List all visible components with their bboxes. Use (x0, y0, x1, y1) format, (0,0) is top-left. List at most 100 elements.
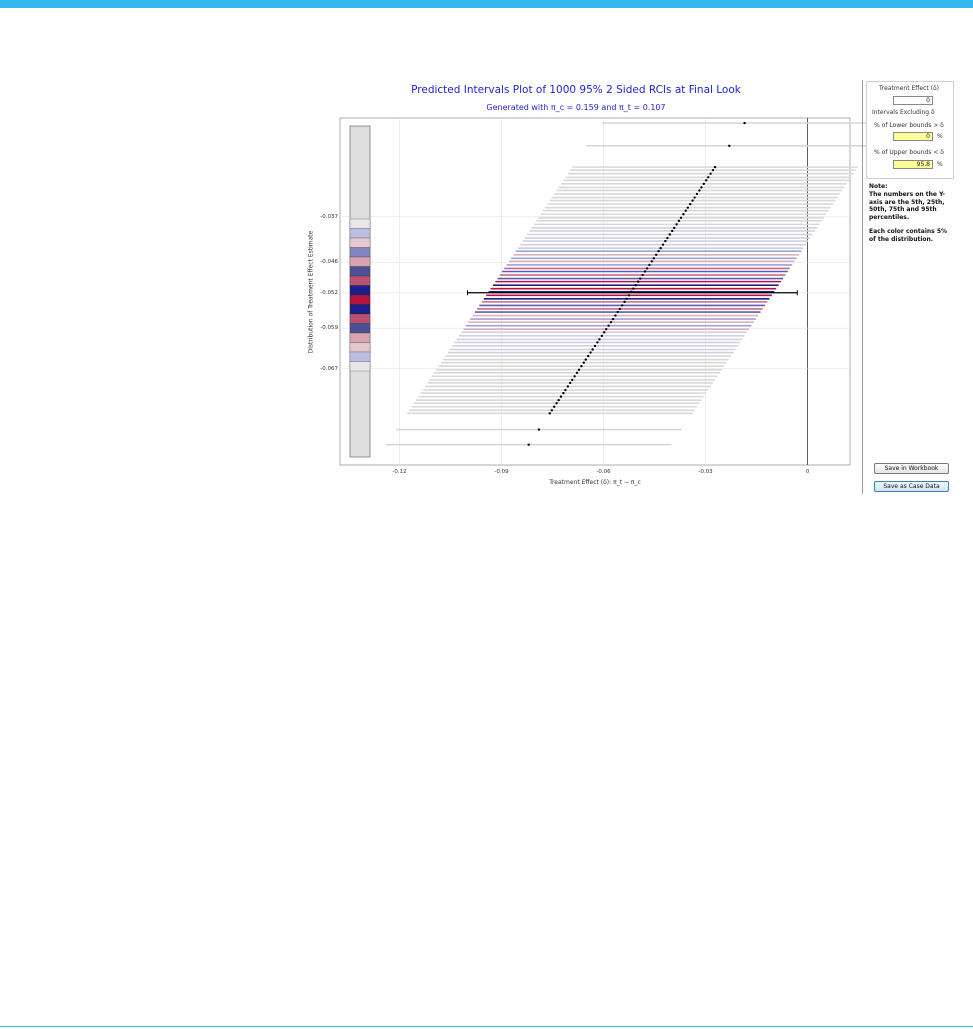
distribution-band (349, 266, 371, 277)
x-tick-label: -0.12 (392, 469, 407, 475)
point-estimate (655, 253, 658, 256)
distribution-band (349, 332, 371, 343)
lower-bounds-label: % of Lower bounds > δ (874, 122, 944, 129)
point-estimate (584, 358, 588, 361)
point-estimate (575, 371, 579, 375)
lower-bounds-percent: % (937, 133, 943, 140)
point-estimate (645, 267, 649, 270)
point-estimate (713, 165, 717, 169)
point-estimate (670, 229, 674, 233)
point-estimate (695, 192, 699, 196)
x-tick-label: 0 (805, 469, 810, 475)
treatment-effect-label: Treatment Effect (δ) (879, 85, 939, 92)
point-estimate (587, 354, 590, 358)
point-estimate (573, 375, 576, 378)
point-estimate (548, 412, 551, 415)
point-estimate (555, 401, 558, 405)
point-estimate (684, 209, 687, 212)
x-tick-label: -0.03 (698, 469, 713, 475)
point-estimate (698, 189, 701, 192)
point-estimate (605, 328, 608, 331)
point-estimate (550, 409, 554, 412)
point-estimate (623, 300, 626, 304)
point-estimate (657, 250, 660, 253)
point-estimate (693, 196, 696, 199)
save-in-workbook-button[interactable]: Save in Workbook (874, 463, 949, 474)
point-estimate (553, 405, 556, 408)
point-estimate (711, 168, 715, 172)
point-estimate (691, 199, 694, 202)
upper-bounds-label: % of Upper bounds < δ (874, 149, 944, 156)
distribution-band (349, 256, 371, 267)
point-estimate (589, 351, 592, 354)
point-estimate (666, 236, 669, 240)
point-estimate (673, 226, 676, 230)
point-estimate (661, 243, 665, 246)
x-tick-label: -0.06 (596, 469, 611, 475)
distribution-band (349, 304, 371, 315)
point-estimate (636, 280, 640, 283)
point-estimate (621, 304, 624, 307)
save-as-case-data-button[interactable]: Save as Case Data (874, 481, 949, 492)
point-estimate (566, 385, 569, 388)
point-estimate (659, 246, 662, 250)
point-estimate (616, 310, 619, 314)
upper-bounds-percent: % (937, 161, 943, 168)
distribution-band (349, 351, 371, 362)
point-estimate (625, 297, 628, 301)
distribution-band (349, 361, 371, 372)
point-estimate (707, 176, 710, 179)
point-estimate (677, 219, 681, 223)
point-estimate (568, 381, 572, 385)
point-estimate (634, 283, 637, 287)
note-percentiles: The numbers on the Y-axis are the 5th, 2… (869, 191, 946, 221)
point-estimate (675, 223, 678, 226)
x-tick-label: -0.09 (494, 469, 509, 475)
point-estimate (648, 263, 651, 267)
point-estimate (602, 331, 606, 334)
point-estimate (702, 182, 705, 186)
y-tick-label: -0.067 (320, 365, 338, 372)
y-tick-label: -0.052 (320, 289, 338, 296)
point-estimate (618, 307, 622, 311)
point-estimate (652, 257, 656, 260)
lower-bounds-value: 0 (893, 132, 933, 141)
distribution-band (349, 228, 371, 239)
upper-bounds-value: 95.8 (893, 160, 933, 169)
point-estimate (668, 233, 671, 236)
point-estimate (709, 172, 712, 175)
point-estimate (571, 378, 574, 382)
point-estimate (682, 213, 685, 216)
point-estimate (639, 277, 642, 280)
point-estimate (609, 320, 613, 324)
point-estimate (577, 368, 581, 371)
point-estimate (562, 391, 565, 395)
distribution-band (349, 313, 371, 324)
y-tick-label: -0.059 (320, 325, 338, 332)
point-estimate (632, 287, 635, 290)
distribution-band (349, 285, 371, 296)
distribution-band (349, 218, 371, 229)
point-estimate (641, 273, 644, 277)
point-estimate (611, 317, 615, 321)
point-estimate (600, 334, 603, 338)
point-estimate (704, 179, 708, 182)
point-estimate (559, 395, 563, 398)
distribution-band (349, 342, 371, 353)
point-estimate (627, 294, 631, 297)
point-estimate (607, 324, 610, 327)
point-estimate (614, 314, 617, 317)
point-estimate (700, 186, 703, 189)
panel-divider (862, 80, 863, 494)
point-estimate (643, 270, 647, 273)
point-estimate (582, 361, 585, 364)
treatment-effect-input[interactable]: 0 (893, 96, 933, 105)
distribution-band (349, 294, 371, 305)
point-estimate (564, 388, 567, 392)
y-tick-label: -0.037 (320, 213, 338, 220)
note-color-info: Each color contains 5% of the distributi… (869, 228, 948, 243)
point-estimate (686, 206, 690, 209)
point-estimate (679, 216, 683, 219)
intervals-excluding-label: Intervals Excluding δ (872, 109, 935, 116)
point-estimate (591, 348, 594, 351)
